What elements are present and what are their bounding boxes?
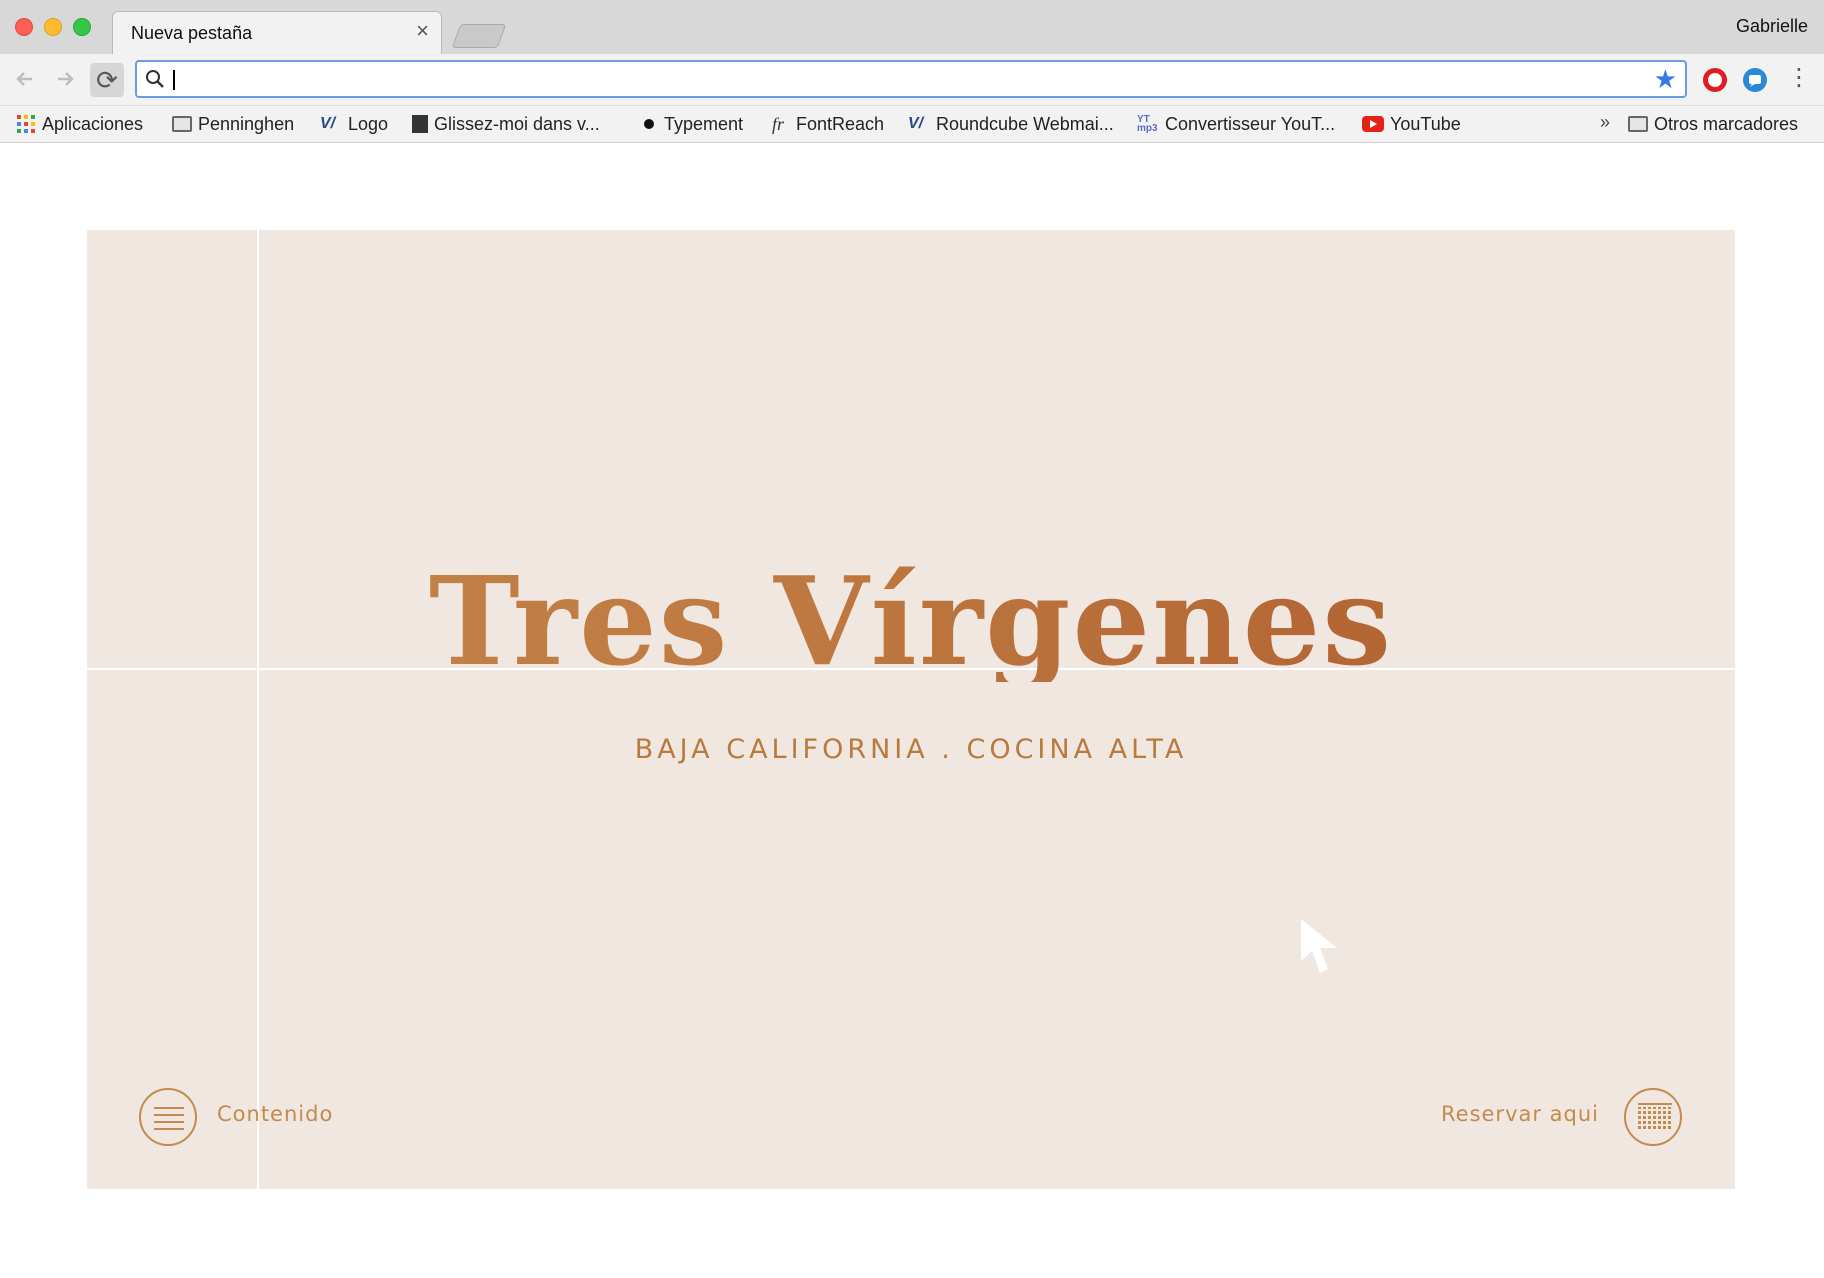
- tab-title: Nueva pestaña: [131, 23, 253, 43]
- v-logo-icon: V/: [320, 115, 336, 132]
- folder-icon: [1628, 116, 1648, 132]
- bookmark-label: Aplicaciones: [42, 113, 144, 134]
- window-minimize-button[interactable]: [44, 18, 62, 36]
- calendar-icon: [1638, 1107, 1672, 1129]
- menu-label[interactable]: Contenido: [217, 1102, 333, 1126]
- address-bar[interactable]: ★: [135, 60, 1687, 98]
- hamburger-line: [154, 1128, 184, 1130]
- folder-icon: [172, 116, 192, 132]
- bookmark-label: Otros marcadores: [1654, 113, 1799, 134]
- tab-active[interactable]: Nueva pestaña ×: [112, 11, 442, 54]
- bookmarklet-icon: [412, 115, 428, 133]
- bookmark-penninghen[interactable]: Penninghen: [172, 113, 294, 135]
- profile-name[interactable]: Gabrielle: [1736, 16, 1808, 37]
- bookmark-fontreach[interactable]: fr FontReach: [772, 113, 884, 135]
- bookmark-label: Convertisseur YouT...: [1165, 113, 1336, 134]
- new-tab-button[interactable]: [451, 24, 507, 48]
- bookmark-label: Typement: [664, 113, 744, 134]
- reserve-label[interactable]: Reservar aqui: [1441, 1102, 1599, 1126]
- brand-title: Tres Vírgenes: [87, 560, 1735, 682]
- search-icon: [146, 70, 164, 88]
- calendar-button[interactable]: [1624, 1088, 1682, 1146]
- bookmark-label: Penninghen: [198, 113, 295, 134]
- chat-extension-icon[interactable]: [1743, 68, 1767, 92]
- bookmark-roundcube[interactable]: V/ Roundcube Webmai...: [908, 113, 1114, 135]
- text-caret: [173, 70, 175, 90]
- bookmark-star-icon[interactable]: ★: [1654, 66, 1677, 92]
- hamburger-menu-button[interactable]: [139, 1088, 197, 1146]
- address-input[interactable]: [177, 66, 1617, 92]
- browser-toolbar: ⟳ ★ ⋮: [0, 54, 1824, 106]
- hamburger-line: [154, 1107, 184, 1109]
- bookmark-glissez[interactable]: Glissez-moi dans v...: [412, 113, 600, 135]
- calendar-icon-top: [1638, 1103, 1672, 1105]
- opera-extension-icon[interactable]: [1703, 68, 1727, 92]
- arrow-right-icon[interactable]: [50, 64, 80, 94]
- guide-line-vertical: [257, 230, 259, 1189]
- brand-tagline: BAJA CALIFORNIA . COCINA ALTA: [634, 734, 1188, 765]
- mouse-cursor-icon: [1301, 919, 1337, 973]
- reload-icon[interactable]: ⟳: [90, 63, 124, 97]
- bookmark-otros-marcadores[interactable]: Otros marcadores: [1628, 113, 1798, 135]
- bookmark-label: YouTube: [1390, 113, 1461, 134]
- bookmark-youtube[interactable]: YouTube: [1362, 113, 1461, 135]
- dot-icon: [644, 119, 654, 129]
- bookmarks-bar: Aplicaciones Penninghen V/ Logo Glissez-…: [0, 106, 1824, 143]
- hamburger-line: [154, 1121, 184, 1123]
- browser-menu-icon[interactable]: ⋮: [1787, 64, 1811, 94]
- page-viewport: Tres Vírgenes BAJA CALIFORNIA . COCINA A…: [0, 143, 1824, 1278]
- bookmark-aplicaciones[interactable]: Aplicaciones: [16, 113, 143, 135]
- bookmark-label: Logo: [348, 113, 389, 134]
- v-logo-icon: V/: [908, 115, 924, 132]
- bookmark-label: Roundcube Webmai...: [936, 113, 1114, 134]
- bookmark-label: Glissez-moi dans v...: [434, 113, 600, 134]
- window-maximize-button[interactable]: [73, 18, 91, 36]
- window-close-button[interactable]: [15, 18, 33, 36]
- bookmark-typement[interactable]: Typement: [640, 113, 743, 135]
- bookmark-convertisseur[interactable]: YT mp3 Convertisseur YouT...: [1137, 113, 1335, 135]
- hamburger-line: [154, 1114, 184, 1116]
- apps-grid-icon: [16, 115, 36, 133]
- bookmark-logo[interactable]: V/ Logo: [320, 113, 388, 135]
- hero-panel: Tres Vírgenes BAJA CALIFORNIA . COCINA A…: [87, 230, 1735, 1189]
- bookmark-label: FontReach: [796, 113, 885, 134]
- yt-mp3-icon: YT mp3: [1137, 114, 1158, 134]
- arrow-left-icon[interactable]: [10, 64, 40, 94]
- title-bar: Nueva pestaña × Gabrielle: [0, 0, 1824, 54]
- tab-close-icon[interactable]: ×: [416, 18, 429, 43]
- bookmarks-overflow-button[interactable]: »: [1600, 112, 1610, 133]
- youtube-icon: [1362, 116, 1384, 132]
- fr-icon: fr: [772, 114, 785, 134]
